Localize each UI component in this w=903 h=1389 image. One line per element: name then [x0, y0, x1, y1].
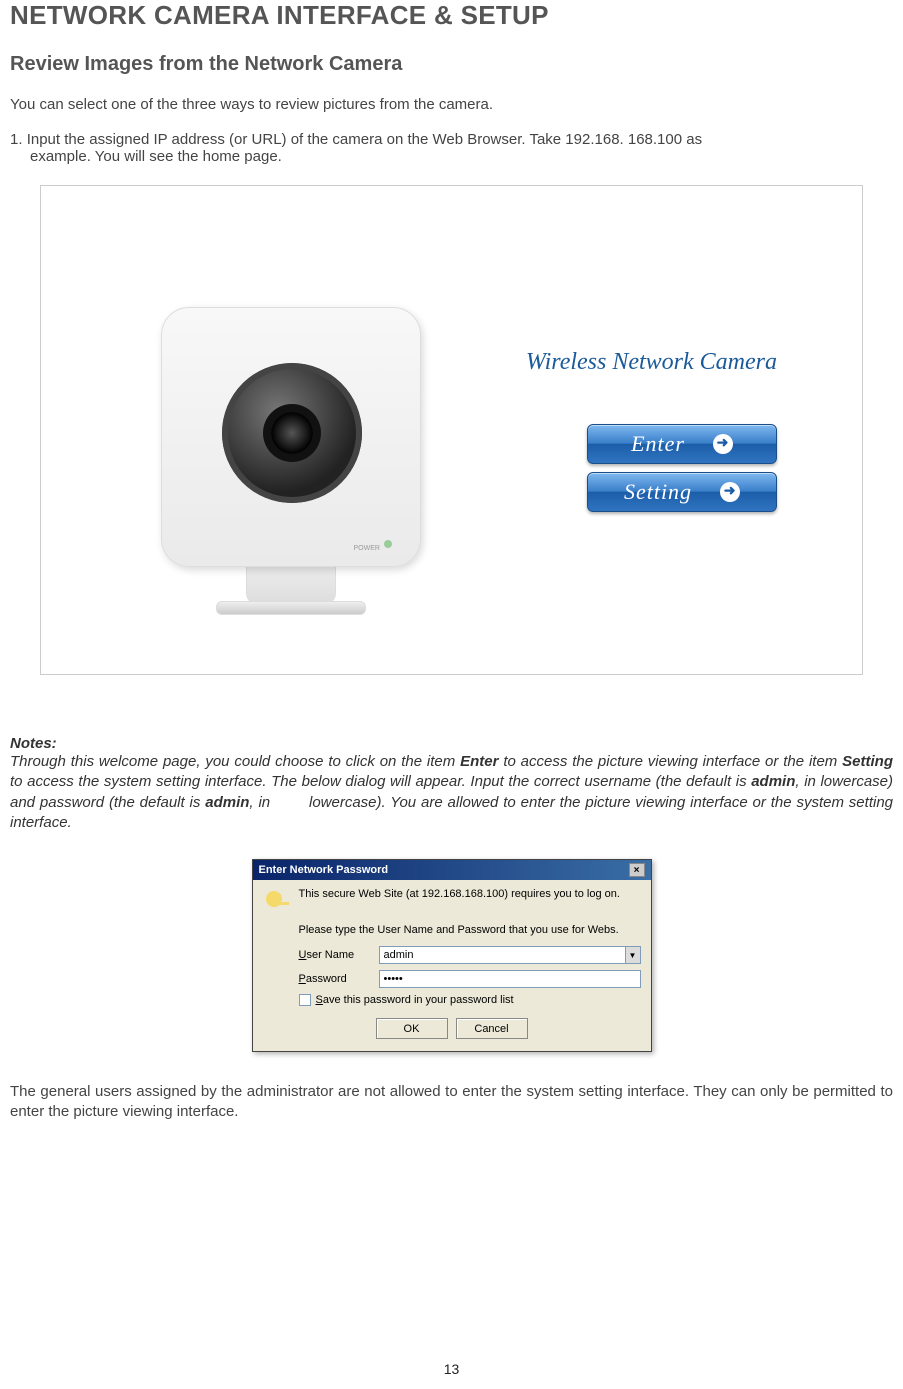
- dialog-msg2-text: Please type the User Name and Password t…: [299, 924, 641, 936]
- dialog-message-1: This secure Web Site (at 192.168.168.100…: [263, 888, 641, 916]
- notes-heading: Notes:: [10, 735, 893, 752]
- password-label: Password: [299, 973, 371, 985]
- post-notes-text: The general users assigned by the admini…: [10, 1082, 893, 1123]
- camera-lens: [222, 363, 362, 503]
- section-title: Review Images from the Network Camera: [10, 53, 893, 76]
- notes-frag: to access the picture viewing interface …: [498, 753, 842, 770]
- notes-bold-enter: Enter: [460, 753, 498, 770]
- cancel-button[interactable]: Cancel: [456, 1018, 528, 1039]
- enter-button[interactable]: Enter ➜: [587, 424, 777, 464]
- camera-base: [216, 601, 366, 615]
- t: assword: [306, 973, 347, 985]
- notes-frag: Through this welcome page, you could cho…: [10, 753, 460, 770]
- username-label: User Name: [299, 949, 371, 961]
- enter-button-label: Enter: [631, 431, 685, 457]
- notes-bold-setting: Setting: [842, 753, 893, 770]
- setting-button[interactable]: Setting ➜: [587, 472, 777, 512]
- step-number: 1.: [10, 131, 27, 148]
- setting-button-label: Setting: [624, 479, 692, 505]
- step-1: 1. Input the assigned IP address (or URL…: [10, 131, 893, 165]
- save-password-label: Save this password in your password list: [316, 994, 514, 1006]
- ok-button[interactable]: OK: [376, 1018, 448, 1039]
- password-dialog: Enter Network Password × This secure Web…: [252, 859, 652, 1052]
- camera-image: POWER: [126, 245, 456, 615]
- notes-frag: , in: [249, 794, 270, 811]
- homepage-title: Wireless Network Camera: [526, 349, 777, 376]
- arrow-right-icon: ➜: [713, 434, 733, 454]
- power-label: POWER: [354, 545, 380, 552]
- username-input[interactable]: [379, 946, 625, 964]
- homepage-screenshot: POWER Wireless Network Camera Enter ➜ Se…: [40, 185, 863, 675]
- save-password-checkbox[interactable]: [299, 994, 311, 1006]
- u: S: [316, 994, 323, 1006]
- camera-body: POWER: [161, 307, 421, 567]
- notes-frag: to access the system setting interface. …: [10, 773, 751, 790]
- page-number: 13: [0, 1361, 903, 1377]
- chevron-down-icon[interactable]: ▼: [625, 946, 641, 964]
- intro-text: You can select one of the three ways to …: [10, 96, 893, 113]
- page-title: NETWORK CAMERA INTERFACE & SETUP: [10, 0, 893, 31]
- arrow-right-icon: ➜: [720, 482, 740, 502]
- notes-bold-admin: admin: [751, 773, 795, 790]
- key-icon: [263, 888, 291, 916]
- camera-stand: [246, 561, 336, 605]
- notes-body: Through this welcome page, you could cho…: [10, 752, 893, 833]
- password-input[interactable]: [379, 970, 641, 988]
- close-icon[interactable]: ×: [629, 863, 645, 877]
- t: ser Name: [306, 949, 354, 961]
- power-led: [384, 540, 392, 548]
- dialog-msg1-text: This secure Web Site (at 192.168.168.100…: [299, 888, 620, 900]
- dialog-title-text: Enter Network Password: [259, 864, 389, 876]
- homepage-right-panel: Wireless Network Camera Enter ➜ Setting …: [526, 349, 777, 512]
- dialog-titlebar: Enter Network Password ×: [253, 860, 651, 880]
- dialog-body: This secure Web Site (at 192.168.168.100…: [253, 880, 651, 1051]
- step-text-l2: example. You will see the home page.: [10, 148, 282, 165]
- t: ave this password in your password list: [323, 994, 514, 1006]
- step-text-l1: Input the assigned IP address (or URL) o…: [27, 131, 702, 148]
- u: P: [299, 973, 306, 985]
- notes-bold-admin: admin: [205, 794, 249, 811]
